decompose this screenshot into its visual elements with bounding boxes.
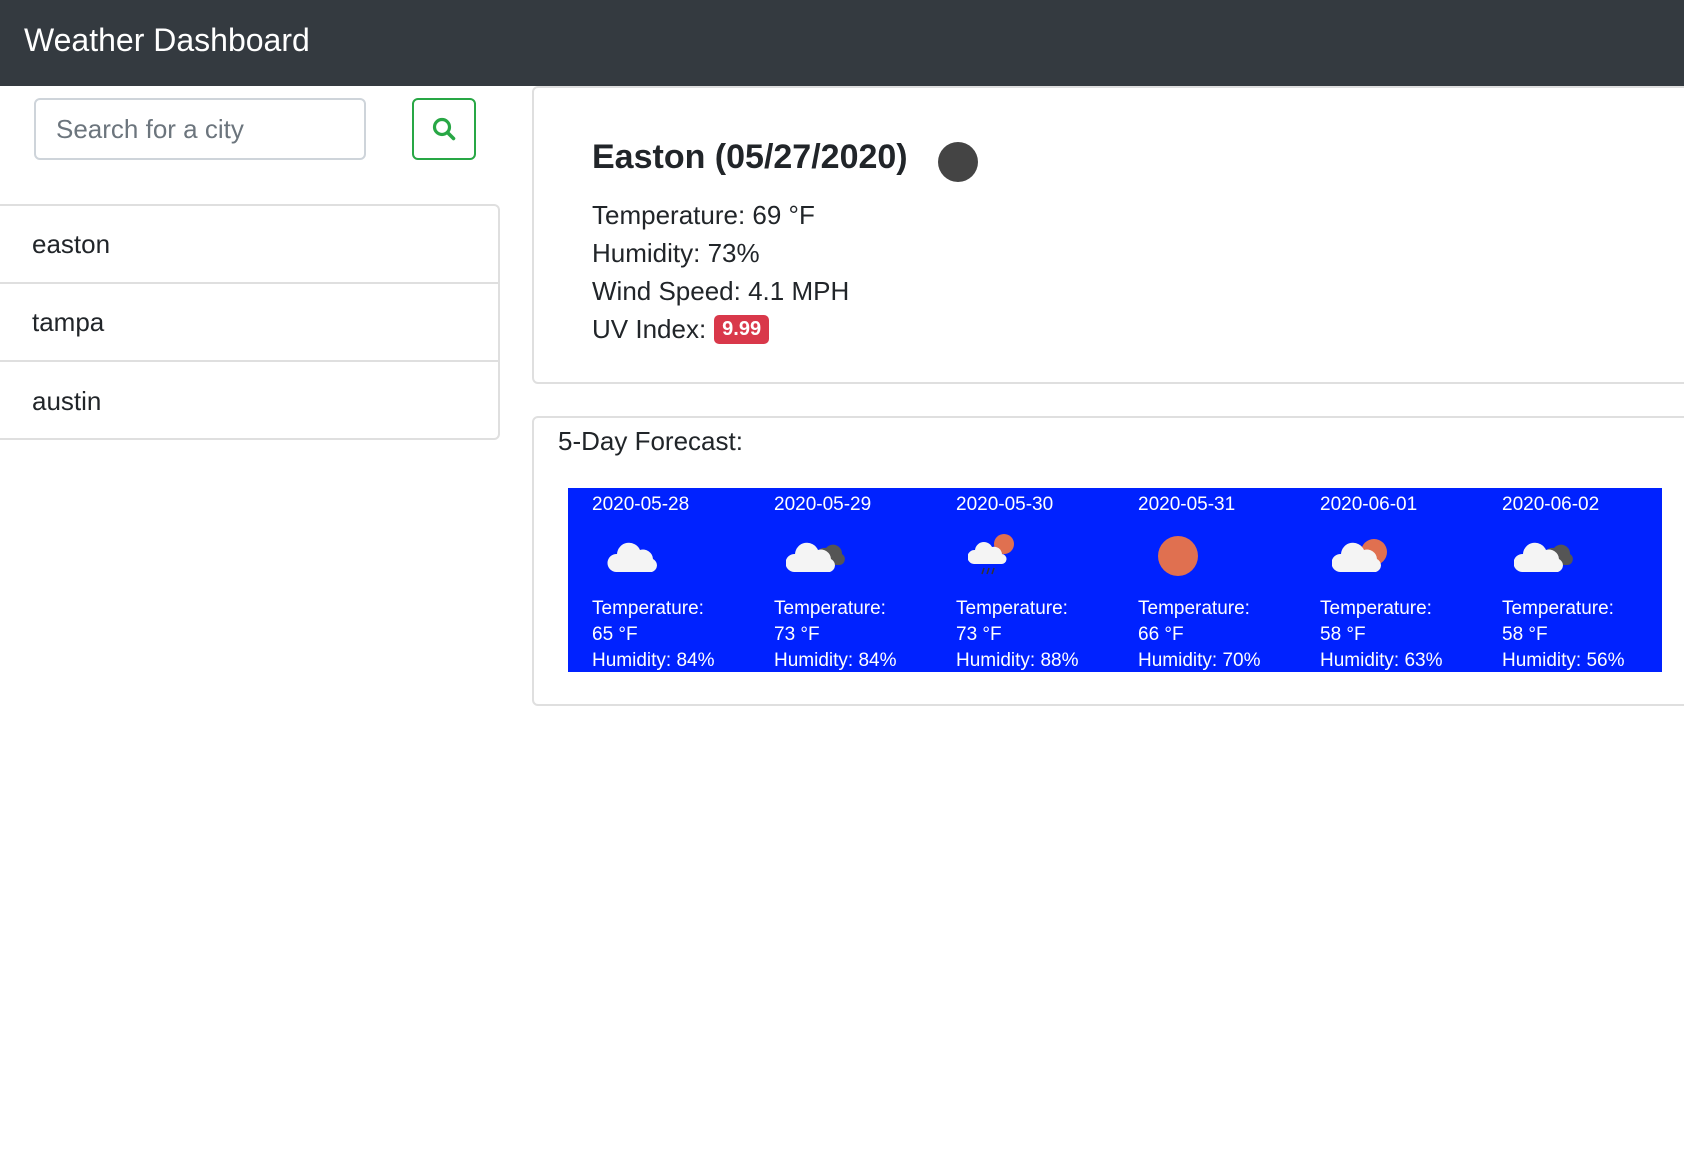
navbar: Weather Dashboard <box>0 0 1684 86</box>
current-humidity: Humidity: 73% <box>592 238 760 268</box>
forecast-temp: 58 °F <box>1502 624 1548 645</box>
forecast-temp-label: Temperature: <box>1320 598 1432 619</box>
forecast-temp: 58 °F <box>1320 624 1366 645</box>
forecast-date: 2020-05-31 <box>1138 494 1236 515</box>
current-uv-index: UV Index: 9.99 <box>592 314 770 346</box>
forecast-day: 2020-06-02 Temperature: 58 °F Humidity: … <box>1478 488 1660 672</box>
forecast-temp: 73 °F <box>774 624 820 645</box>
forecast-humidity: Humidity: 84% <box>592 650 715 671</box>
night-dot-icon <box>938 142 978 182</box>
history-item-austin[interactable]: austin <box>0 362 498 440</box>
forecast-humidity: Humidity: 88% <box>956 650 1079 671</box>
forecast-date: 2020-05-30 <box>956 494 1054 515</box>
city-search-input[interactable] <box>34 98 366 160</box>
forecast-date: 2020-06-02 <box>1502 494 1600 515</box>
forecast-humidity: Humidity: 84% <box>774 650 897 671</box>
current-temperature: Temperature: 69 °F <box>592 200 815 230</box>
forecast-day: 2020-05-29 Temperature: 73 °F Humidity: … <box>750 488 932 672</box>
app-title: Weather Dashboard <box>24 22 310 58</box>
current-weather-card: Easton (05/27/2020) Temperature: 69 °F H… <box>532 86 1684 384</box>
broken-clouds-icon <box>786 542 845 572</box>
forecast-temp-label: Temperature: <box>592 598 704 619</box>
forecast-heading: 5-Day Forecast: <box>558 426 743 456</box>
forecast-date: 2020-06-01 <box>1320 494 1418 515</box>
forecast-day: 2020-05-31 Temperature: 66 °F Humidity: … <box>1114 488 1296 672</box>
forecast-temp-label: Temperature: <box>1138 598 1250 619</box>
forecast-temp: 65 °F <box>592 624 638 645</box>
forecast-strip: 2020-05-28 Temperature: 65 °F Humidity: … <box>568 488 1662 672</box>
sun-icon <box>1158 536 1198 576</box>
sun-rain-icon <box>968 534 1014 575</box>
history-item-easton[interactable]: easton <box>0 206 498 284</box>
forecast-day: 2020-05-28 Temperature: 65 °F Humidity: … <box>568 488 750 672</box>
uv-index-label: UV Index: <box>592 314 707 344</box>
forecast-temp: 66 °F <box>1138 624 1184 645</box>
search-button[interactable] <box>412 98 476 160</box>
forecast-humidity: Humidity: 56% <box>1502 650 1625 671</box>
broken-clouds-icon <box>1514 542 1573 572</box>
search-icon <box>432 117 456 141</box>
current-city-title: Easton (05/27/2020) <box>592 138 908 176</box>
forecast-date: 2020-05-28 <box>592 494 690 515</box>
current-wind-speed: Wind Speed: 4.1 MPH <box>592 276 850 306</box>
forecast-temp-label: Temperature: <box>1502 598 1614 619</box>
forecast-day: 2020-05-30 Temperature: 73 °F Humidity: … <box>932 488 1114 672</box>
forecast-temp-label: Temperature: <box>956 598 1068 619</box>
forecast-temp: 73 °F <box>956 624 1002 645</box>
uv-index-badge: 9.99 <box>714 314 770 344</box>
forecast-humidity: Humidity: 70% <box>1138 650 1261 671</box>
sun-cloud-icon <box>1332 539 1387 572</box>
forecast-day: 2020-06-01 Temperature: 58 °F Humidity: … <box>1296 488 1478 672</box>
forecast-temp-label: Temperature: <box>774 598 886 619</box>
search-history-list: easton tampa austin <box>0 204 500 440</box>
cloud-icon <box>607 542 657 572</box>
forecast-date: 2020-05-29 <box>774 494 872 515</box>
forecast-humidity: Humidity: 63% <box>1320 650 1443 671</box>
history-item-tampa[interactable]: tampa <box>0 284 498 362</box>
forecast-card: 5-Day Forecast: 2020-05-28 Temperature: … <box>532 416 1684 706</box>
